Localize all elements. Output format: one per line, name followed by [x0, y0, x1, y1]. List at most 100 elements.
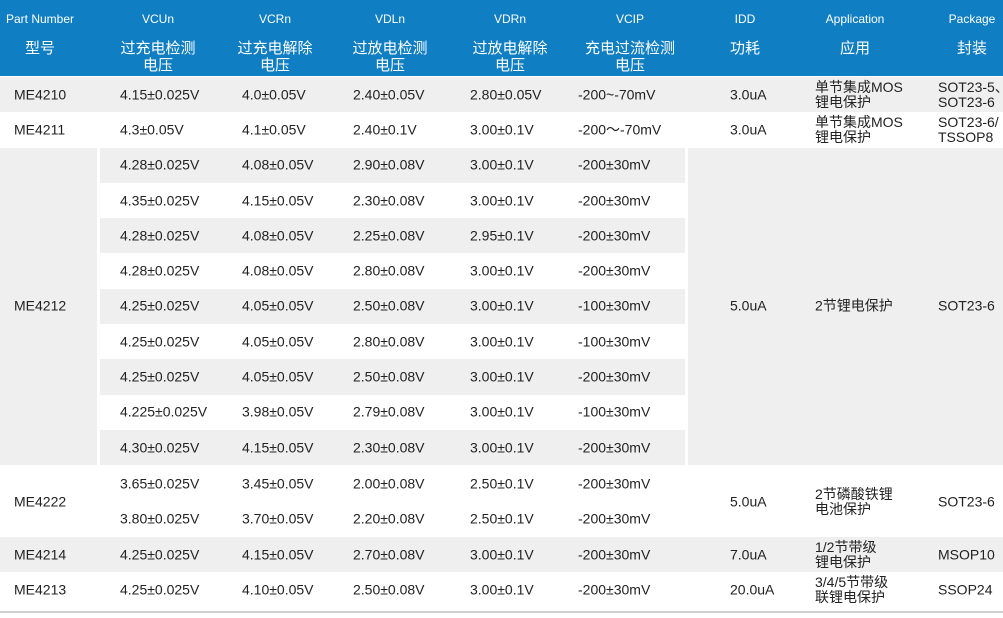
vdrn-value: 2.95±0.1V — [470, 227, 534, 244]
vcun-value: 4.15±0.025V — [120, 86, 200, 103]
vcun-value: 4.225±0.025V — [120, 403, 208, 420]
vdrn-value: 2.50±0.1V — [470, 510, 534, 527]
vdrn-value: 3.00±0.1V — [470, 368, 534, 385]
application-value: 2节磷酸铁锂 电池保护 — [815, 485, 893, 517]
vdrn-value: 3.00±0.1V — [470, 297, 534, 314]
vcun-value: 4.28±0.025V — [120, 227, 200, 244]
vcun-value: 4.30±0.025V — [120, 439, 200, 456]
vcrn-value: 3.70±0.05V — [242, 510, 314, 527]
vcun-value: 4.28±0.025V — [120, 156, 200, 173]
package-value: SOT23-6 — [938, 297, 995, 314]
vdrn-value: 3.00±0.1V — [470, 121, 534, 138]
part-number: ME4210 — [14, 86, 67, 103]
table-bottom-border — [0, 611, 1003, 613]
vdln-value: 2.20±0.08V — [353, 510, 425, 527]
header-package-zh: 封装 — [956, 40, 988, 57]
vdln-value: 2.70±0.08V — [353, 546, 425, 563]
vcun-value: 4.25±0.025V — [120, 297, 200, 314]
idd-value: 7.0uA — [730, 546, 767, 563]
vcip-value: -200±30mV — [578, 262, 651, 279]
vdrn-value: 3.00±0.1V — [470, 192, 534, 209]
vcip-value: -200±30mV — [578, 156, 651, 173]
header-application-zh: 应用 — [839, 40, 871, 57]
vcrn-value: 3.98±0.05V — [242, 403, 314, 420]
vdrn-value: 3.00±0.1V — [470, 156, 534, 173]
part-number: ME4213 — [14, 581, 67, 598]
vcun-value: 4.25±0.025V — [120, 368, 200, 385]
vcun-value: 4.28±0.025V — [120, 262, 200, 279]
vcrn-value: 4.08±0.05V — [242, 227, 314, 244]
vcrn-value: 4.05±0.05V — [242, 368, 314, 385]
vcip-value: -200±30mV — [578, 510, 651, 527]
vcip-value: -200±30mV — [578, 192, 651, 209]
part-number: ME4222 — [14, 493, 67, 510]
application-value: 单节集成MOS 锂电保护 — [815, 78, 903, 110]
header-vcrn-en: VCRn — [258, 12, 292, 26]
vdln-value: 2.25±0.08V — [353, 227, 425, 244]
vdrn-value: 3.00±0.1V — [470, 581, 534, 598]
vdln-value: 2.00±0.08V — [353, 475, 425, 492]
idd-value: 5.0uA — [730, 493, 767, 510]
table-header: Part Number 型号 VCUn 过充电检测 电压 VCRn 过充电解除 电压 VDL… — [0, 0, 1003, 76]
vcun-value: 3.80±0.025V — [120, 510, 200, 527]
vcip-value: -200±30mV — [578, 368, 651, 385]
application-value: 2节锂电保护 — [815, 297, 893, 314]
vdln-value: 2.50±0.08V — [353, 368, 425, 385]
application-value: 1/2节带级 锂电保护 — [815, 538, 877, 570]
package-value: SOT23-5、 SOT23-6 — [938, 78, 1003, 110]
application-value: 3/4/5节带级 联锂电保护 — [815, 573, 889, 605]
vcrn-value: 4.15±0.05V — [242, 192, 314, 209]
header-part-number-en: Part Number — [5, 12, 75, 26]
vcrn-value: 4.08±0.05V — [242, 156, 314, 173]
header-vcip-zh: 充电过流检测 电压 — [584, 40, 676, 74]
header-idd-zh: 功耗 — [729, 40, 761, 57]
package-value: MSOP10 — [938, 546, 995, 563]
header-vcun-en: VCUn — [141, 12, 175, 26]
vcip-value: -200~-70mV — [578, 86, 656, 103]
vdln-value: 2.90±0.08V — [353, 156, 425, 173]
idd-value: 5.0uA — [730, 297, 767, 314]
vcip-value: -200～-70mV — [578, 121, 662, 138]
header-vcrn-zh: 过充电解除 电压 — [237, 40, 313, 74]
vcun-value: 4.25±0.025V — [120, 333, 200, 350]
vdln-value: 2.40±0.1V — [353, 121, 417, 138]
vcun-value: 4.25±0.025V — [120, 581, 200, 598]
vcrn-value: 4.15±0.05V — [242, 439, 314, 456]
vcip-value: -100±30mV — [578, 297, 651, 314]
vdrn-value: 2.50±0.1V — [470, 475, 534, 492]
vcip-value: -200±30mV — [578, 227, 651, 244]
vdrn-value: 3.00±0.1V — [470, 333, 534, 350]
vdrn-value: 3.00±0.1V — [470, 439, 534, 456]
package-value: SOT23-6 — [938, 493, 995, 510]
vcrn-value: 4.15±0.05V — [242, 546, 314, 563]
part-number: ME4211 — [14, 121, 66, 138]
part-number: ME4214 — [14, 546, 67, 563]
vcrn-value: 4.05±0.05V — [242, 333, 314, 350]
vcrn-value: 4.1±0.05V — [242, 121, 306, 138]
header-vdln-en: VDLn — [374, 12, 406, 26]
vcun-value: 4.25±0.025V — [120, 546, 200, 563]
idd-value: 3.0uA — [730, 121, 767, 138]
vcip-value: -100±30mV — [578, 403, 651, 420]
vdln-value: 2.80±0.08V — [353, 333, 425, 350]
vcun-value: 4.35±0.025V — [120, 192, 200, 209]
header-vdrn-zh: 过放电解除 电压 — [472, 40, 548, 74]
header-vdln-zh: 过放电检测 电压 — [352, 40, 428, 74]
vcun-value: 3.65±0.025V — [120, 475, 200, 492]
vdrn-value: 3.00±0.1V — [470, 403, 534, 420]
vdln-value: 2.79±0.08V — [353, 403, 425, 420]
vcrn-value: 3.45±0.05V — [242, 475, 314, 492]
vdrn-value: 3.00±0.1V — [470, 262, 534, 279]
vcrn-value: 4.08±0.05V — [242, 262, 314, 279]
vdln-value: 2.30±0.08V — [353, 439, 425, 456]
vdln-value: 2.30±0.08V — [353, 192, 425, 209]
vcrn-value: 4.05±0.05V — [242, 297, 314, 314]
idd-value: 20.0uA — [730, 581, 775, 598]
header-vcip-en: VCIP — [615, 12, 645, 26]
header-part-number-zh: 型号 — [24, 40, 56, 57]
application-value: 单节集成MOS 锂电保护 — [815, 113, 903, 145]
vdln-value: 2.50±0.08V — [353, 581, 425, 598]
package-value: SOT23-6/ TSSOP8 — [938, 113, 999, 145]
part-number: ME4212 — [14, 297, 67, 314]
vdln-value: 2.40±0.05V — [353, 86, 425, 103]
